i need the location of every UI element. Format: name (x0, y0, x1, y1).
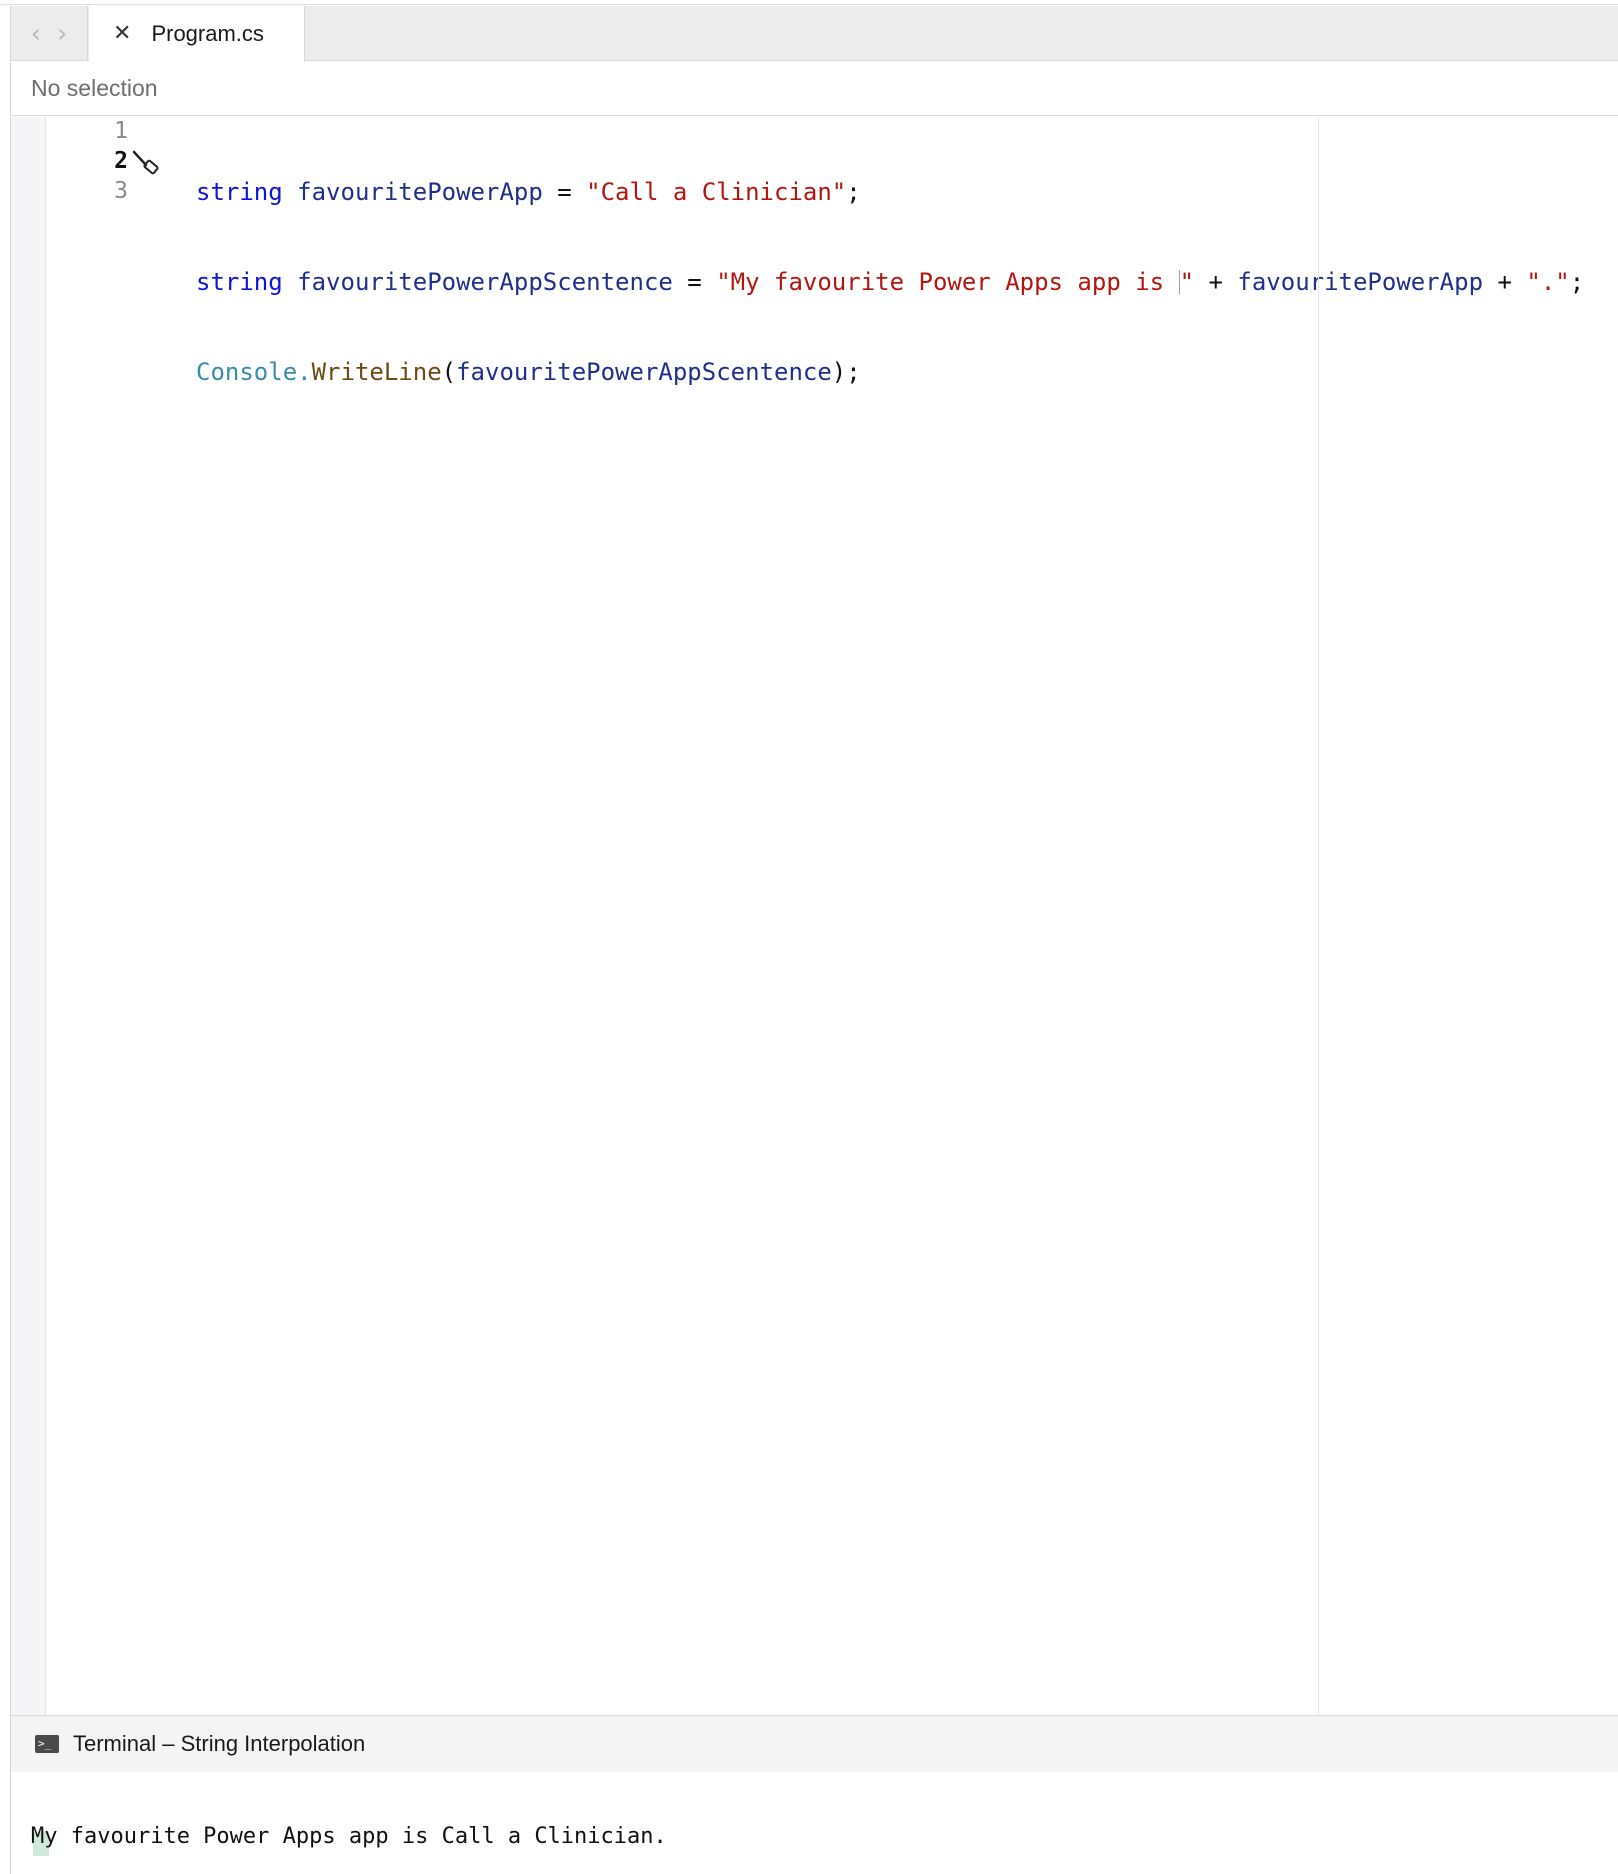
line-number: 3 (114, 178, 128, 204)
navigation-arrows: ‹ › (11, 6, 88, 61)
punctuation: ; (1569, 268, 1585, 296)
forward-arrow-icon[interactable]: › (57, 21, 67, 47)
keyword: string (196, 268, 283, 296)
identifier: favouritePowerAppScentence (297, 268, 673, 296)
window-top-edge (0, 0, 1618, 5)
back-arrow-icon[interactable]: ‹ (31, 21, 41, 47)
page-guide-line (1318, 117, 1319, 1715)
terminal-title: Terminal – String Interpolation (73, 1731, 366, 1756)
terminal-output: My favourite Power Apps app is Call a Cl… (31, 1824, 667, 1849)
identifier: favouritePowerApp (1237, 268, 1484, 296)
punctuation: ( (441, 358, 457, 386)
terminal-panel[interactable]: My favourite Power Apps app is Call a Cl… (10, 1772, 1618, 1874)
identifier: favouritePowerApp (297, 178, 543, 206)
operator: = (542, 178, 587, 206)
punctuation: ); (831, 358, 861, 386)
string-literal: "." (1526, 268, 1570, 296)
tab-label[interactable]: Program.cs (151, 21, 263, 47)
string-literal: "Call a Clinician" (586, 178, 847, 206)
code-line-2[interactable]: string favouritePowerAppScentence = "My … (196, 267, 1618, 297)
punctuation: ; (846, 178, 861, 206)
type-name: Console (196, 358, 298, 386)
keyword: string (196, 178, 283, 206)
editor-left-strip (11, 117, 46, 1715)
code-line-1[interactable]: string favouritePowerApp = "Call a Clini… (196, 177, 1618, 207)
operator: + (1483, 268, 1527, 296)
terminal-icon: >_ (35, 1735, 59, 1753)
terminal-header[interactable]: >_ Terminal – String Interpolation (10, 1715, 1618, 1772)
selection-bar: No selection (10, 62, 1618, 116)
selection-status: No selection (31, 75, 158, 101)
code-area[interactable]: string favouritePowerApp = "Call a Clini… (196, 117, 1618, 1715)
line-number-active: 2 (114, 148, 128, 174)
identifier: favouritePowerAppScentence (456, 358, 832, 386)
operator: = (672, 268, 717, 296)
string-literal: " (1179, 268, 1195, 296)
line-number-gutter: 1 2 3 (46, 117, 166, 1715)
tab-program-cs[interactable]: ✕ Program.cs (89, 6, 305, 62)
close-icon[interactable]: ✕ (113, 23, 131, 45)
hammer-icon[interactable] (131, 148, 161, 178)
code-line-3[interactable]: Console.WriteLine(favouritePowerAppScent… (196, 357, 1618, 387)
string-literal: "My favourite Power Apps app is (716, 268, 1179, 296)
code-editor[interactable]: 1 2 3 string favouritePowerApp = "Call a… (10, 117, 1618, 1715)
punctuation: . (297, 358, 312, 386)
method-name: WriteLine (311, 358, 442, 386)
line-number: 1 (114, 118, 128, 144)
operator: + (1194, 268, 1238, 296)
tab-bar: ‹ › ✕ Program.cs (10, 6, 1618, 62)
